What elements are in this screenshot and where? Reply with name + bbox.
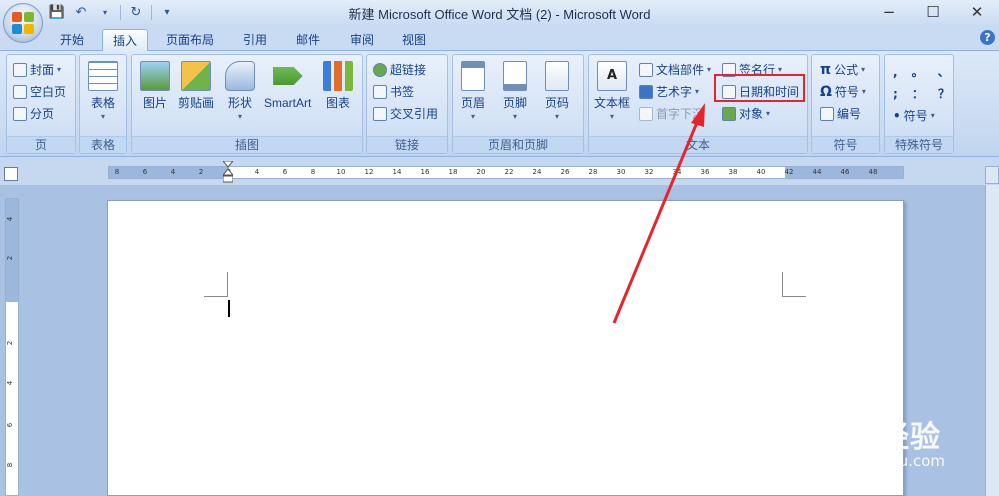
office-button[interactable] [3,3,43,43]
baidu-watermark-url: jingyan.baidu.com [806,452,945,470]
baidu-watermark-logo: Baidu经验 [777,420,941,455]
office-logo-icon [12,12,34,34]
